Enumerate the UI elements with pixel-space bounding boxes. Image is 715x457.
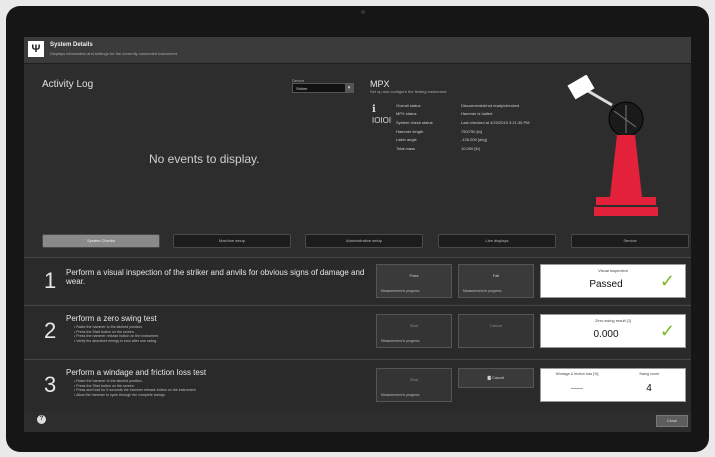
tab-system-checks[interactable]: System Checks xyxy=(42,234,160,248)
status-row: Overall status Disconnected/not ready/che… xyxy=(396,101,533,110)
start-button-label: Start xyxy=(409,377,419,382)
swing-count-half: Swing count 4 xyxy=(613,369,685,401)
result-value: 0.000 xyxy=(593,329,619,340)
result-value: Passed xyxy=(589,279,623,290)
app-subtitle: Displays information and settings for th… xyxy=(50,51,179,56)
device-selected-value: Striker xyxy=(296,86,308,91)
windage-friction-result: Windage & friction loss [%] ------ Swing… xyxy=(540,368,686,402)
activity-log-title: Activity Log xyxy=(42,79,94,90)
app-title: System Details xyxy=(50,42,93,48)
status-key: Overall status xyxy=(396,102,421,108)
instruction-text: Raise the hammer to the latched position… xyxy=(76,379,143,383)
status-value: Disconnected/not ready/checked xyxy=(461,102,520,108)
instruction-text: Press the Start button on the screen. xyxy=(76,329,135,334)
instruction-item: • Verify the absorbed energy is zero aft… xyxy=(74,338,158,343)
tab-service[interactable]: Service xyxy=(571,234,689,248)
measurement-note: Measurement in progress xyxy=(381,393,420,397)
hammer-arm xyxy=(567,75,613,107)
measurement-note: Measurement in progress xyxy=(381,339,420,343)
zero-swing-result: Zero swing result [J] 0.000 ✓ xyxy=(540,314,686,348)
tab-live-displays[interactable]: Live displays xyxy=(438,234,556,248)
status-value: 750/750 [in] xyxy=(461,128,482,134)
status-row: MPX status Hammer is halted xyxy=(396,110,533,119)
check-icon: ✓ xyxy=(659,321,675,341)
result-value: ------ xyxy=(571,386,583,392)
fail-button-label: Fail xyxy=(492,273,500,278)
status-value: -135.000 [deg] xyxy=(461,137,487,143)
visual-inspection-result: Visual inspection Passed ✓ xyxy=(540,264,686,298)
result-value: 4 xyxy=(646,383,652,394)
app-screen: Ψ System Details Displays information an… xyxy=(24,37,691,432)
measurement-note: Measurement in progress xyxy=(463,289,502,293)
pass-button[interactable]: Pass Measurement in progress xyxy=(376,264,452,298)
start-button[interactable]: Start Measurement in progress xyxy=(376,368,452,402)
info-icon: ℹ IOIOI xyxy=(372,104,392,125)
cancel-label-text: Cancel xyxy=(491,375,505,380)
instruction-text: Press the Start button on the screen. xyxy=(76,383,135,388)
step-instructions: • Raise the hammer to the latched positi… xyxy=(74,325,159,343)
status-value: Hammer is halted xyxy=(461,111,493,117)
step-title: Perform a visual inspection of the strik… xyxy=(66,268,365,286)
cancel-button[interactable]: Cancel xyxy=(458,314,534,348)
step-instructions: • Raise the hammer to the latched positi… xyxy=(74,379,197,397)
status-key: Total mass xyxy=(396,145,416,151)
windage-result-half: Windage & friction loss [%] ------ xyxy=(541,369,613,401)
step-1: 1 Perform a visual inspection of the str… xyxy=(24,257,691,304)
measurement-note: Measurement in progress xyxy=(381,289,420,293)
status-row: System check status Last checked at 4/22/… xyxy=(396,118,533,127)
instruction-text: Press the hammer release button on the i… xyxy=(76,334,160,339)
step-title: Perform a windage and friction loss test xyxy=(66,368,207,377)
device-select[interactable]: Striker ▾ xyxy=(292,83,354,93)
step-number: 3 xyxy=(44,372,57,397)
status-row: Hammer length 750/750 [in] xyxy=(396,127,533,136)
mpx-status-table: Overall status Disconnected/not ready/che… xyxy=(396,101,533,153)
instruction-item: • Allow the hammer to cycle through the … xyxy=(74,392,166,397)
status-key: Latch angle xyxy=(396,137,417,143)
status-key: System check status xyxy=(396,119,433,125)
step-title: Perform a zero swing test xyxy=(66,314,157,323)
cancel-button[interactable]: ▇ Cancel xyxy=(458,368,534,388)
status-row: Latch angle -135.000 [deg] xyxy=(396,135,533,144)
cancel-button-label: Cancel xyxy=(489,323,503,328)
pendulum-illustration xyxy=(567,75,658,216)
cancel-button-label: ▇ Cancel xyxy=(487,375,505,380)
status-row: Total mass 10.000 [lb] xyxy=(396,144,533,153)
pass-button-label: Pass xyxy=(409,273,419,278)
step-number: 1 xyxy=(44,268,57,293)
instruction-text: Allow the hammer to cycle through the co… xyxy=(76,392,166,397)
status-key: MPX status xyxy=(396,111,417,117)
step-2: 2 Perform a zero swing test • Raise the … xyxy=(24,305,691,358)
pendulum-tower xyxy=(610,135,642,197)
instruction-text: Raise the hammer to the latched position… xyxy=(76,325,143,329)
status-key: Hammer length xyxy=(396,128,424,134)
result-label: Swing count xyxy=(639,372,659,376)
status-value: 10.000 [lb] xyxy=(461,145,480,151)
instruction-text: Press and hold for 5 seconds the hammer … xyxy=(76,388,197,393)
tab-machine-setup[interactable]: Machine setup xyxy=(173,234,291,248)
tab-administrative-setup[interactable]: Administrative setup xyxy=(305,234,423,248)
tab-bar: System Checks Machine setup Administrati… xyxy=(42,234,691,248)
camera-dot xyxy=(361,10,365,14)
start-button-label: Start xyxy=(409,323,419,328)
mpx-subtitle: Set up and configure the testing instrum… xyxy=(370,89,448,94)
step-number: 2 xyxy=(44,318,57,343)
close-button[interactable]: Close xyxy=(656,415,688,427)
instruction-text: Verify the absorbed energy is zero after… xyxy=(76,338,158,343)
pendulum-base xyxy=(594,207,658,216)
activity-log-empty: No events to display. xyxy=(149,152,260,166)
chevron-down-icon[interactable]: ▾ xyxy=(345,84,353,92)
step-3: 3 Perform a windage and friction loss te… xyxy=(24,359,691,412)
result-label: Windage & friction loss [%] xyxy=(555,372,599,376)
mpx-title: MPX xyxy=(370,79,390,89)
fail-button[interactable]: Fail Measurement in progress xyxy=(458,264,534,298)
pendulum-base-top xyxy=(596,197,656,205)
help-icon[interactable]: ? xyxy=(37,415,46,424)
fork-knife-icon: Ψ xyxy=(28,41,44,57)
start-button[interactable]: Start Measurement in progress xyxy=(376,314,452,348)
check-icon: ✓ xyxy=(659,271,675,291)
title-bar: Ψ System Details Displays information an… xyxy=(24,37,691,64)
status-value: Last checked at 4/22/2015 3:21:35 PM xyxy=(461,119,530,125)
